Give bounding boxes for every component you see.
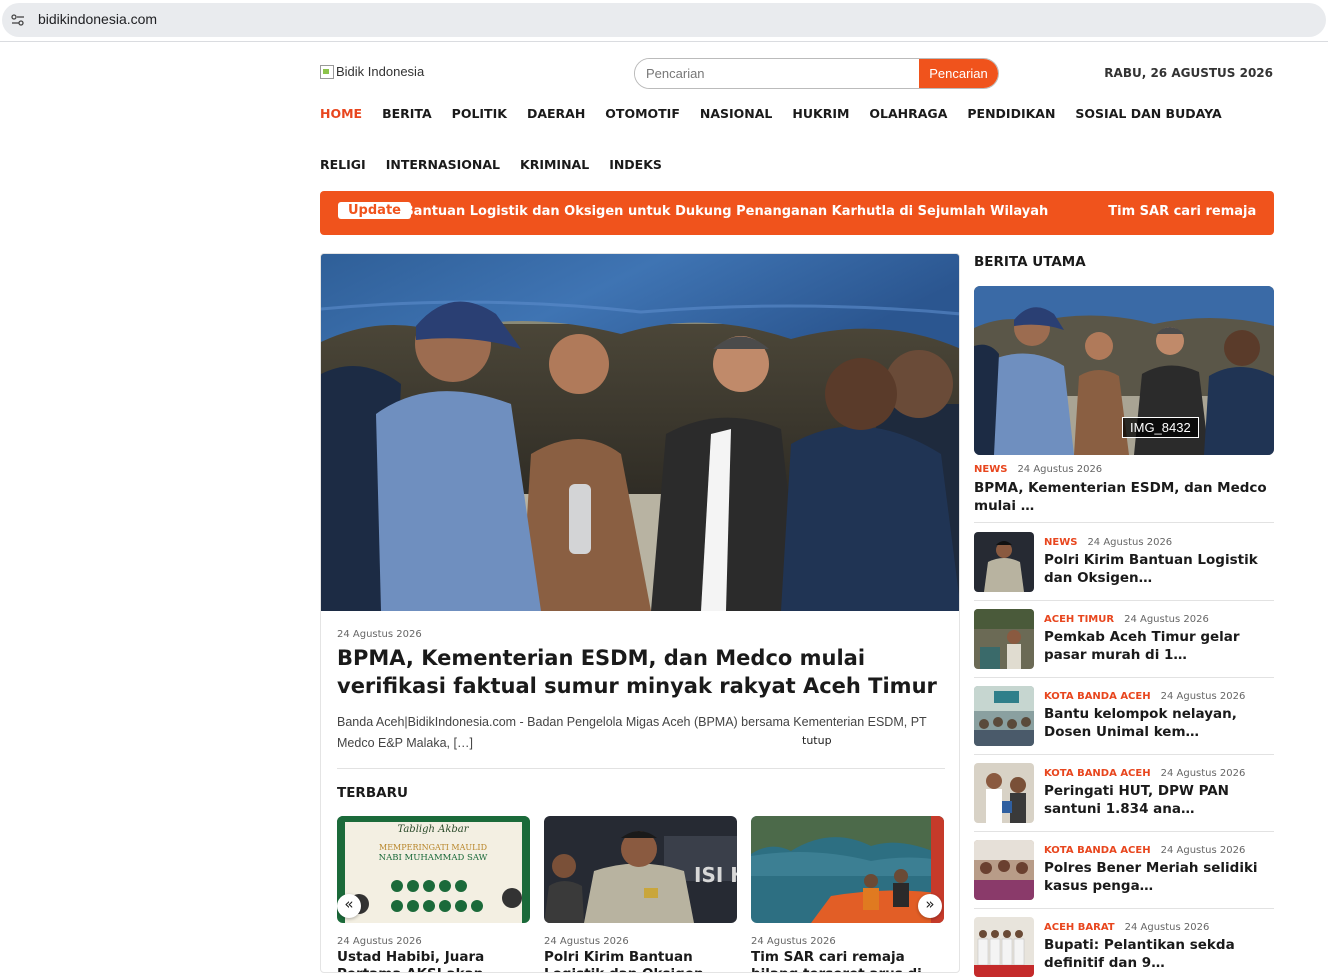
category-label[interactable]: KOTA BANDA ACEH bbox=[1044, 768, 1151, 779]
category-label[interactable]: ACEH BARAT bbox=[1044, 922, 1115, 933]
svg-text:MEMPERINGATI MAULID: MEMPERINGATI MAULID bbox=[379, 843, 487, 852]
latest-image[interactable]: ISI H bbox=[544, 816, 737, 923]
latest-date: 24 Agustus 2026 bbox=[337, 936, 422, 947]
thumbnail-image[interactable] bbox=[974, 840, 1034, 900]
sidebar-list-item[interactable]: ACEH TIMUR 24 Agustus 2026 Pemkab Aceh Ti… bbox=[974, 609, 1274, 669]
item-date: 24 Agustus 2026 bbox=[1087, 537, 1173, 548]
thumbnail-image[interactable] bbox=[974, 532, 1034, 592]
latest-section-title: TERBARU bbox=[337, 785, 408, 801]
current-date: RABU, 26 AGUSTUS 2026 bbox=[1104, 66, 1273, 80]
sidebar-list-item[interactable]: KOTA BANDA ACEH 24 Agustus 2026 Peringati… bbox=[974, 763, 1274, 823]
hero-image[interactable] bbox=[321, 254, 959, 611]
thumbnail-image[interactable] bbox=[974, 763, 1034, 823]
divider bbox=[974, 908, 1274, 909]
ticker-label: Update bbox=[338, 202, 411, 219]
news-ticker: Update Polri Kirim Bantuan Logistik dan … bbox=[320, 191, 1274, 235]
sidebar-list-item[interactable]: KOTA BANDA ACEH 24 Agustus 2026 Bantu kel… bbox=[974, 686, 1274, 746]
close-link[interactable]: tutup bbox=[802, 734, 832, 747]
hero-article[interactable]: 24 Agustus 2026 BPMA, Kementerian ESDM, … bbox=[320, 253, 960, 973]
nav-home[interactable]: HOME bbox=[320, 104, 362, 155]
category-label[interactable]: KOTA BANDA ACEH bbox=[1044, 845, 1151, 856]
item-title[interactable]: Pemkab Aceh Timur gelar pasar murah di 1… bbox=[1044, 628, 1272, 664]
feature-meta: NEWS 24 Agustus 2026 bbox=[974, 464, 1102, 475]
item-date: 24 Agustus 2026 bbox=[1160, 691, 1246, 702]
divider bbox=[337, 768, 945, 769]
latest-title[interactable]: Tim SAR cari remaja hilang terseret arus… bbox=[751, 949, 944, 972]
logo-alt-text: Bidik Indonesia bbox=[336, 64, 425, 79]
item-date: 24 Agustus 2026 bbox=[1124, 922, 1210, 933]
svg-text:NABI MUHAMMAD SAW: NABI MUHAMMAD SAW bbox=[379, 853, 488, 863]
ticker-item[interactable]: Tim SAR cari remaja hilang terseret arus… bbox=[1108, 204, 1256, 219]
latest-card[interactable]: ISI H 24 Agustus 2026 Polri Kirim Bantua… bbox=[544, 816, 737, 972]
category-label[interactable]: KOTA BANDA ACEH bbox=[1044, 691, 1151, 702]
hero-title[interactable]: BPMA, Kementerian ESDM, dan Medco mulai … bbox=[337, 644, 937, 700]
latest-image[interactable]: » bbox=[751, 816, 944, 923]
category-label[interactable]: ACEH TIMUR bbox=[1044, 614, 1114, 625]
browser-address-bar: bidikindonesia.com bbox=[0, 0, 1328, 42]
feature-date: 24 Agustus 2026 bbox=[1017, 464, 1103, 475]
sidebar-title: BERITA UTAMA bbox=[974, 254, 1086, 270]
site-settings-icon[interactable] bbox=[10, 12, 26, 28]
divider bbox=[974, 600, 1274, 601]
sidebar-list-item[interactable]: ACEH BARAT 24 Agustus 2026 Bupati: Pelant… bbox=[974, 917, 1274, 977]
category-label[interactable]: NEWS bbox=[974, 464, 1007, 475]
item-date: 24 Agustus 2026 bbox=[1124, 614, 1209, 625]
category-label[interactable]: NEWS bbox=[1044, 537, 1077, 548]
hero-date: 24 Agustus 2026 bbox=[337, 629, 422, 640]
latest-image[interactable]: Tabligh Akbar MEMPERINGATI MAULID NABI M… bbox=[337, 816, 530, 923]
image-caption: IMG_8432 bbox=[1122, 417, 1199, 438]
nav-nasional[interactable]: NASIONAL bbox=[700, 104, 773, 155]
thumbnail-image[interactable] bbox=[974, 686, 1034, 746]
broken-image-icon bbox=[320, 64, 334, 79]
item-title[interactable]: Polres Bener Meriah selidiki kasus penga… bbox=[1044, 859, 1272, 895]
feature-title[interactable]: BPMA, Kementerian ESDM, dan Medco mulai … bbox=[974, 479, 1272, 515]
item-date: 24 Agustus 2026 bbox=[1160, 845, 1246, 856]
latest-title[interactable]: Ustad Habibi, Juara Pertama AKSI akan Ta… bbox=[337, 949, 530, 972]
nav-daerah[interactable]: DAERAH bbox=[527, 104, 585, 155]
divider bbox=[974, 677, 1274, 678]
latest-card[interactable]: » 24 Agustus 2026 Tim SAR cari remaja hi… bbox=[751, 816, 944, 972]
divider bbox=[974, 831, 1274, 832]
carousel-next-button[interactable]: » bbox=[918, 894, 942, 918]
search-button[interactable]: Pencarian bbox=[919, 59, 998, 88]
svg-text:Tabligh Akbar: Tabligh Akbar bbox=[397, 824, 469, 835]
sidebar-list-item[interactable]: NEWS 24 Agustus 2026 Polri Kirim Bantuan … bbox=[974, 532, 1274, 592]
carousel-prev-button[interactable]: « bbox=[337, 894, 361, 918]
latest-title[interactable]: Polri Kirim Bantuan Logistik dan Oksigen… bbox=[544, 949, 737, 972]
url-field[interactable]: bidikindonesia.com bbox=[2, 3, 1326, 37]
item-date: 24 Agustus 2026 bbox=[1160, 768, 1246, 779]
nav-pendidikan[interactable]: PENDIDIKAN bbox=[967, 104, 1055, 155]
search-input[interactable] bbox=[635, 59, 919, 88]
ticker-item[interactable]: Polri Kirim Bantuan Logistik dan Oksigen… bbox=[405, 204, 1048, 219]
divider bbox=[974, 754, 1274, 755]
item-title[interactable]: Peringati HUT, DPW PAN santuni 1.834 ana… bbox=[1044, 782, 1272, 818]
sidebar-list-item[interactable]: KOTA BANDA ACEH 24 Agustus 2026 Polres Be… bbox=[974, 840, 1274, 900]
nav-berita[interactable]: BERITA bbox=[382, 104, 432, 155]
nav-olahraga[interactable]: OLAHRAGA bbox=[869, 104, 947, 155]
item-title[interactable]: Polri Kirim Bantuan Logistik dan Oksigen… bbox=[1044, 551, 1272, 587]
nav-politik[interactable]: POLITIK bbox=[452, 104, 507, 155]
site-logo[interactable]: Bidik Indonesia bbox=[320, 64, 424, 79]
svg-text:ISI H: ISI H bbox=[694, 863, 737, 887]
sidebar-feature-image[interactable]: IMG_8432 bbox=[974, 286, 1274, 455]
latest-date: 24 Agustus 2026 bbox=[751, 936, 836, 947]
divider bbox=[974, 522, 1274, 523]
latest-card[interactable]: Tabligh Akbar MEMPERINGATI MAULID NABI M… bbox=[337, 816, 530, 972]
search-form: Pencarian bbox=[634, 58, 999, 89]
nav-hukrim[interactable]: HUKRIM bbox=[792, 104, 849, 155]
hero-excerpt: Banda Aceh|BidikIndonesia.com - Badan Pe… bbox=[337, 715, 927, 750]
url-text: bidikindonesia.com bbox=[38, 11, 158, 27]
thumbnail-image[interactable] bbox=[974, 609, 1034, 669]
item-title[interactable]: Bantu kelompok nelayan, Dosen Unimal kem… bbox=[1044, 705, 1272, 741]
item-title[interactable]: Bupati: Pelantikan sekda definitif dan 9… bbox=[1044, 936, 1272, 972]
latest-date: 24 Agustus 2026 bbox=[544, 936, 629, 947]
nav-otomotif[interactable]: OTOMOTIF bbox=[605, 104, 680, 155]
nav-sosial-budaya[interactable]: SOSIAL DAN BUDAYA bbox=[1075, 104, 1221, 155]
thumbnail-image[interactable] bbox=[974, 917, 1034, 977]
